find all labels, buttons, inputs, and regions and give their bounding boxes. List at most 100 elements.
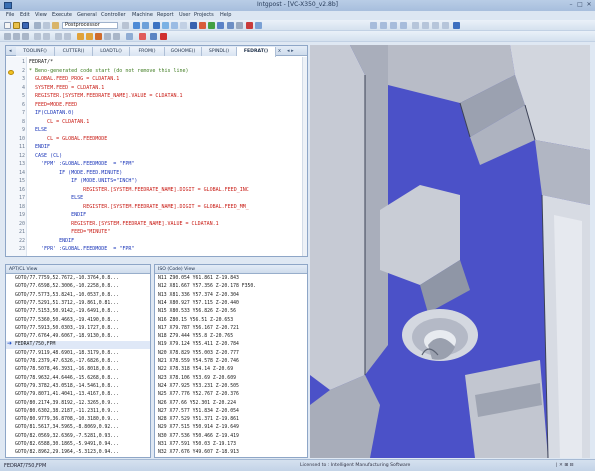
code-line[interactable]: FEED="MINUTE" (29, 229, 110, 235)
apt-row[interactable]: GOTO/77.6598,52.3006,-10.2258,0.8... (15, 284, 119, 289)
apt-row[interactable]: GOTO/79.8071,41.4041,-13.4167,0.8... (15, 392, 119, 397)
export-icon[interactable] (255, 22, 262, 29)
iso-row[interactable]: N26 X77.66 Y52.301 Z-20.224 (158, 401, 236, 406)
iso-row[interactable]: N22 X78.318 Y54.14 Z-20.69 (158, 367, 233, 372)
iso-row[interactable]: N17 X79.787 Y56.167 Z-20.721 (158, 326, 239, 331)
apt-row[interactable]: GOTO/77.9119,48.6901,-18.3179,0.8... (15, 351, 119, 356)
vertical-scrollbar[interactable] (302, 57, 307, 256)
save-icon[interactable] (22, 22, 29, 29)
iso-row[interactable]: N25 X77.776 Y52.767 Z-20.376 (158, 392, 239, 397)
code-line[interactable]: 'FPR' :GLOBAL.FEEDMODE = "FPR" (29, 246, 134, 252)
view-top-icon[interactable] (380, 22, 387, 29)
rewind-icon[interactable] (22, 33, 29, 40)
dropdown-arrow-icon[interactable] (122, 22, 129, 29)
apt-row[interactable]: GOTO/80.6302,38.2187,-11.2311,0.9... (15, 409, 119, 414)
iso-row[interactable]: N20 X78.829 Y55.003 Z-20.777 (158, 351, 239, 356)
iso-row[interactable]: N31 X77.591 Y50.03 Z-19.173 (158, 442, 236, 447)
menu-report[interactable]: Report (157, 12, 174, 18)
loop-icon[interactable] (113, 33, 120, 40)
iso-row[interactable]: N15 X80.533 Y56.826 Z-20.56 (158, 309, 236, 314)
apt-row[interactable]: GOTO/77.7759,52.7672,-10.3764,0.8... (15, 276, 119, 281)
apt-row[interactable]: GOTO/79.3782,43.0518,-14.5461,0.8... (15, 384, 119, 389)
code-line[interactable]: CL = GLOBAL.FEEDMODE (29, 136, 107, 142)
status-view-controls[interactable]: | ✕ ⊞ ⊟ (556, 463, 573, 468)
code-line[interactable]: FEDRAT/* (29, 59, 53, 65)
paste-icon[interactable] (52, 22, 59, 29)
iso-row[interactable]: N11 Z90.054 Y61.861 Z-19.843 (158, 276, 239, 281)
code-line[interactable]: ELSE (29, 195, 83, 201)
apt-row[interactable]: GOTO/77.5773,53.8241,-10.0537,0.8... (15, 293, 119, 298)
tab-spindl[interactable]: SPINDL() (202, 47, 237, 56)
iso-row[interactable]: N24 X77.925 Y53.231 Z-20.505 (158, 384, 239, 389)
controller-icon[interactable] (162, 22, 169, 29)
code-line[interactable]: ELSE (29, 127, 47, 133)
code-line[interactable]: SYSTEM.FEED = CLDATAN.1 (29, 85, 104, 91)
iso-row[interactable]: N16 Z80.15 Y56.51 Z-20.653 (158, 318, 233, 323)
list-icon[interactable] (126, 33, 133, 40)
apt-row[interactable]: GOTO/81.5617,34.5965,-8.8069,0.92... (15, 425, 119, 430)
open-folder-icon[interactable] (13, 22, 20, 29)
tab-scroll-left-icon[interactable]: ◂ (9, 48, 12, 54)
chart-icon[interactable] (199, 22, 206, 29)
iso-row[interactable]: N28 X77.529 Y51.371 Z-19.861 (158, 417, 239, 422)
stop-icon[interactable] (246, 22, 253, 29)
tool-icon[interactable] (190, 22, 197, 29)
apt-row[interactable]: GOTO/77.5360,50.4663,-19.4190,0.8... (15, 318, 119, 323)
apt-row[interactable]: GOTO/80.2174,39.8192,-12.3265,0.9... (15, 401, 119, 406)
play-step-icon[interactable] (86, 33, 93, 40)
tab-navigation-icon[interactable]: ◂ ▸ (287, 48, 294, 54)
code-line[interactable]: * Beno-generated code start (do not remo… (29, 68, 189, 74)
iso-row[interactable]: N12 X81.667 Y57.356 Z-20.178 F350. (158, 284, 256, 289)
tab-cutter[interactable]: CUTTER() (55, 47, 93, 56)
apt-row[interactable]: GOTO/77.5153,50.9142,-19.6491,0.8... (15, 309, 119, 314)
menu-file[interactable]: File (6, 12, 14, 18)
iso-row[interactable]: N14 X80.927 Y57.115 Z-20.440 (158, 301, 239, 306)
code-line[interactable]: 'FPM' :GLOBAL.FEEDMODE = "FPM" (29, 161, 134, 167)
iso-row[interactable]: N21 X78.559 Y54.578 Z-20.746 (158, 359, 239, 364)
zoom-fit-icon[interactable] (432, 22, 439, 29)
view-iso-icon[interactable] (400, 22, 407, 29)
step-icon[interactable] (13, 33, 20, 40)
settings-icon[interactable] (236, 22, 243, 29)
menu-user[interactable]: User (179, 12, 190, 18)
simulate-icon[interactable] (453, 22, 460, 29)
table-icon[interactable] (217, 22, 224, 29)
play-icon[interactable] (77, 33, 84, 40)
code-area[interactable]: 1 2 3 4 5 6 7 8 9 10 11 12 13 14 15 16 17 18 19 20 21 22 23 FE… (6, 57, 307, 256)
bookmark-icon[interactable] (55, 33, 62, 40)
code-line[interactable]: FEED=MODE.FEED (29, 102, 77, 108)
view-side-icon[interactable] (390, 22, 397, 29)
tab-loadtl[interactable]: LOADTL() (93, 47, 130, 56)
report-icon[interactable] (227, 22, 234, 29)
zoom-in-icon[interactable] (412, 22, 419, 29)
code-line[interactable]: ENDIF (29, 238, 74, 244)
zoom-icon[interactable] (180, 22, 187, 29)
cut-icon[interactable] (34, 22, 41, 29)
breakpoint-icon[interactable] (139, 33, 146, 40)
apt-row[interactable]: GOTO/78.5078,46.3931,-16.8018,0.8... (15, 367, 119, 372)
record-icon[interactable] (160, 33, 167, 40)
menu-help[interactable]: Help (220, 12, 231, 18)
find-icon[interactable] (34, 33, 41, 40)
apt-row[interactable]: GOTO/77.6764,49.6067,-18.9130,0.8... (15, 334, 119, 339)
iso-row[interactable]: N27 X77.577 Y51.834 Z-20.054 (158, 409, 239, 414)
menu-execute[interactable]: Execute (52, 12, 72, 18)
tab-close-icon[interactable]: x (278, 48, 281, 54)
iso-row[interactable]: N23 X78.106 Y53.69 Z-20.609 (158, 376, 236, 381)
iso-row[interactable]: N30 X77.536 Y50.466 Z-19.419 (158, 434, 239, 439)
machine-3d-viewport[interactable] (310, 45, 590, 458)
apt-row[interactable]: FEDRAT/750,FPM (15, 342, 55, 347)
find-next-icon[interactable] (43, 33, 50, 40)
iso-row[interactable]: N13 X81.336 Y57.374 Z-20.304 (158, 293, 239, 298)
copy-icon[interactable] (43, 22, 50, 29)
code-line[interactable]: ENDIF (29, 144, 50, 150)
code-line[interactable]: REGISTER.[SYSTEM.FEEDRATE_NAME].VALUE = … (29, 93, 183, 99)
grid-icon[interactable] (142, 22, 149, 29)
code-line[interactable]: REGISTER.[SYSTEM.FEEDRATE_NAME].DIGIT = … (29, 204, 249, 210)
iso-row[interactable]: N32 X77.676 Y49.607 Z-18.913 (158, 450, 239, 455)
maximize-button[interactable]: □ (576, 1, 584, 8)
code-line[interactable]: CL = CLDATAN.1 (29, 119, 89, 125)
iso-row[interactable]: N18 Z79.444 Y55.8 Z-20.765 (158, 334, 233, 339)
layout-icon[interactable] (171, 22, 178, 29)
apt-row[interactable]: GOTO/78.2379,47.6326,-17.6826,0.8... (15, 359, 119, 364)
